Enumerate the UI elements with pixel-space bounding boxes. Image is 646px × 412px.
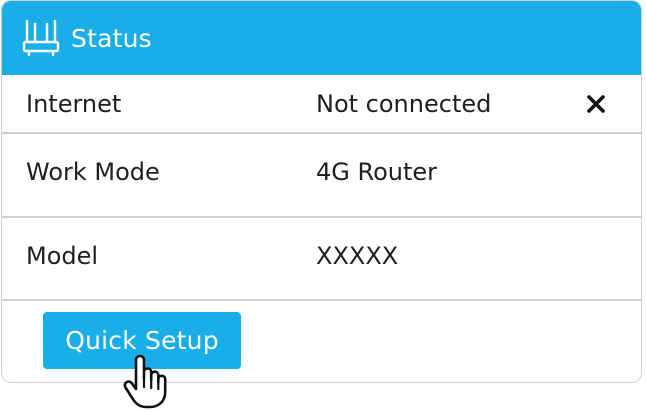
router-icon: [21, 18, 61, 58]
work-mode-label: Work Mode: [26, 158, 160, 186]
work-mode-value: 4G Router: [316, 158, 438, 186]
hand-pointer-icon: [118, 354, 172, 410]
internet-value: Not connected: [316, 90, 492, 118]
model-label: Model: [26, 242, 99, 270]
row-divider: [2, 299, 641, 301]
internet-label: Internet: [26, 90, 122, 118]
model-value: XXXXX: [316, 242, 399, 270]
close-icon: [586, 94, 606, 114]
work-mode-row: Work Mode 4G Router: [2, 133, 641, 211]
model-row: Model XXXXX: [2, 217, 641, 295]
status-panel: Status Internet Not connected Work Mode …: [1, 0, 642, 383]
internet-row: Internet Not connected: [2, 75, 641, 133]
page-title: Status: [71, 23, 152, 53]
status-header: Status: [2, 1, 641, 75]
